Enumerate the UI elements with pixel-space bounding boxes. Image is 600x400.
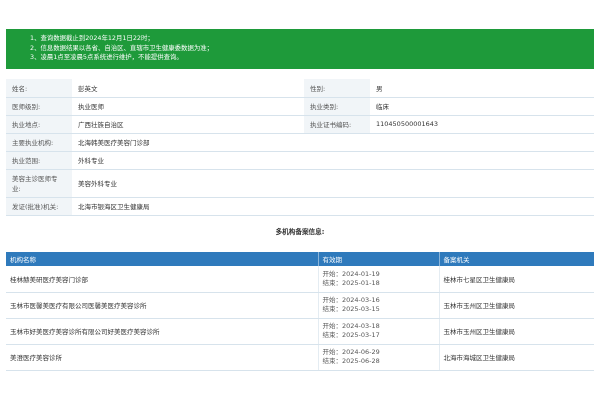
start-label: 开始：: [322, 296, 343, 304]
category-label: 执业类别:: [304, 97, 370, 116]
info-row: 执业地点: 广西壮族自治区 执业证书编码: 110450500001643: [6, 115, 594, 134]
info-row: 发证(批准)机关: 北海市银海区卫生健康局: [6, 197, 594, 216]
validity-cell: 开始：2024-06-29 结束：2025-06-28: [318, 344, 440, 371]
multi-org-table: 机构名称 有效期 备案机关 桂林赫美研医疗美容门诊部 开始：2024-01-19…: [6, 252, 594, 371]
org-name-cell: 桂林赫美研医疗美容门诊部: [6, 266, 319, 293]
scope-label: 执业范围:: [6, 151, 72, 170]
level-value: 执业医师: [72, 97, 304, 116]
table-row: 玉林市好美医疗美容诊所有限公司好美医疗美容诊所 开始：2024-03-18 结束…: [6, 318, 594, 345]
issuer-label: 发证(批准)机关:: [6, 197, 72, 216]
notice-line: 1、查询数据截止到2024年12月1日22时；: [30, 34, 154, 42]
end-label: 结束：: [322, 305, 343, 313]
end-date: 2025-01-18: [342, 278, 380, 287]
info-row: 美容主诊医师专业: 美容外科专业: [6, 169, 594, 198]
table-row: 玉林市医馨美医疗有限公司医馨美医疗美容诊所 开始：2024-03-16 结束：2…: [6, 292, 594, 319]
table-row: 桂林赫美研医疗美容门诊部 开始：2024-01-19 结束：2025-01-18…: [6, 266, 594, 293]
cert-value: 110450500001643: [370, 115, 594, 134]
info-row: 姓名: 彭英文 性别: 男: [6, 79, 594, 98]
column-header-validity: 有效期: [318, 252, 440, 266]
level-label: 医师级别:: [6, 97, 72, 116]
start-date: 2024-01-19: [342, 269, 380, 278]
notice-line: 2、信息数据结果以各省、自治区、直辖市卫生健康委数据为准；: [30, 43, 214, 52]
end-date: 2025-06-28: [342, 357, 380, 365]
start-date: 2024-03-18: [342, 322, 380, 330]
location-value: 广西壮族自治区: [72, 115, 304, 134]
name-label: 姓名:: [6, 79, 72, 98]
beauty-specialty-label: 美容主诊医师专业:: [6, 169, 72, 198]
beauty-specialty-value: 美容外科专业: [72, 169, 594, 198]
column-header-authority: 备案机关: [443, 256, 470, 264]
start-label: 开始：: [322, 269, 343, 278]
gender-label: 性别:: [304, 79, 370, 98]
info-row: 主要执业机构: 北海韩美医疗美容门诊部: [6, 133, 594, 152]
category-value: 临床: [370, 97, 594, 116]
issuer-value: 北海市银海区卫生健康局: [72, 197, 594, 216]
authority-cell: 玉林市玉州区卫生健康局: [439, 292, 594, 319]
validity-cell: 开始：2024-03-16 结束：2025-03-15: [318, 292, 440, 319]
multi-org-title: 多机构备案信息:: [275, 228, 325, 236]
end-label: 结束：: [322, 357, 343, 365]
info-row: 执业范围: 外科专业: [6, 151, 594, 170]
column-header-org-name: 机构名称: [6, 252, 319, 266]
org-name-cell: 玉林市医馨美医疗有限公司医馨美医疗美容诊所: [6, 292, 319, 319]
authority-cell: 北海市海城区卫生健康局: [439, 344, 594, 371]
name-value: 彭英文: [72, 79, 304, 98]
info-row: 医师级别: 执业医师 执业类别: 临床: [6, 97, 594, 116]
doctor-info-table: 姓名: 彭英文 性别: 男 医师级别: 执业医师 执业类别: 临床 执业地点: …: [6, 79, 594, 216]
authority-cell: 桂林市七星区卫生健康局: [439, 266, 594, 293]
authority-cell: 玉林市玉州区卫生健康局: [439, 318, 594, 345]
notice-line: 3、凌晨1点至凌晨5点系统进行维护，不能提供查询。: [30, 53, 183, 61]
table-row: 美澄医疗美容诊所 开始：2024-06-29 结束：2025-06-28 北海市…: [6, 344, 594, 371]
org-name-cell: 美澄医疗美容诊所: [6, 344, 319, 371]
end-label: 结束：: [322, 278, 343, 287]
end-date: 2025-03-17: [342, 331, 380, 339]
main-org-label: 主要执业机构:: [6, 133, 72, 152]
start-date: 2024-06-29: [342, 348, 380, 356]
validity-cell: 开始：2024-01-19 结束：2025-01-18: [318, 266, 440, 293]
notice-banner: 1、查询数据截止到2024年12月1日22时； 2、信息数据结果以各省、自治区、…: [6, 29, 594, 69]
main-org-value: 北海韩美医疗美容门诊部: [72, 133, 594, 152]
gender-value: 男: [370, 79, 594, 98]
table-header-row: 机构名称 有效期 备案机关: [6, 252, 594, 266]
start-label: 开始：: [322, 348, 343, 356]
scope-value: 外科专业: [72, 151, 594, 170]
location-label: 执业地点:: [6, 115, 72, 134]
end-date: 2025-03-15: [342, 305, 380, 313]
start-date: 2024-03-16: [342, 296, 380, 304]
validity-cell: 开始：2024-03-18 结束：2025-03-17: [318, 318, 440, 345]
cert-label: 执业证书编码:: [304, 115, 370, 134]
org-name-cell: 玉林市好美医疗美容诊所有限公司好美医疗美容诊所: [6, 318, 319, 345]
start-label: 开始：: [322, 322, 343, 330]
end-label: 结束：: [322, 331, 343, 339]
